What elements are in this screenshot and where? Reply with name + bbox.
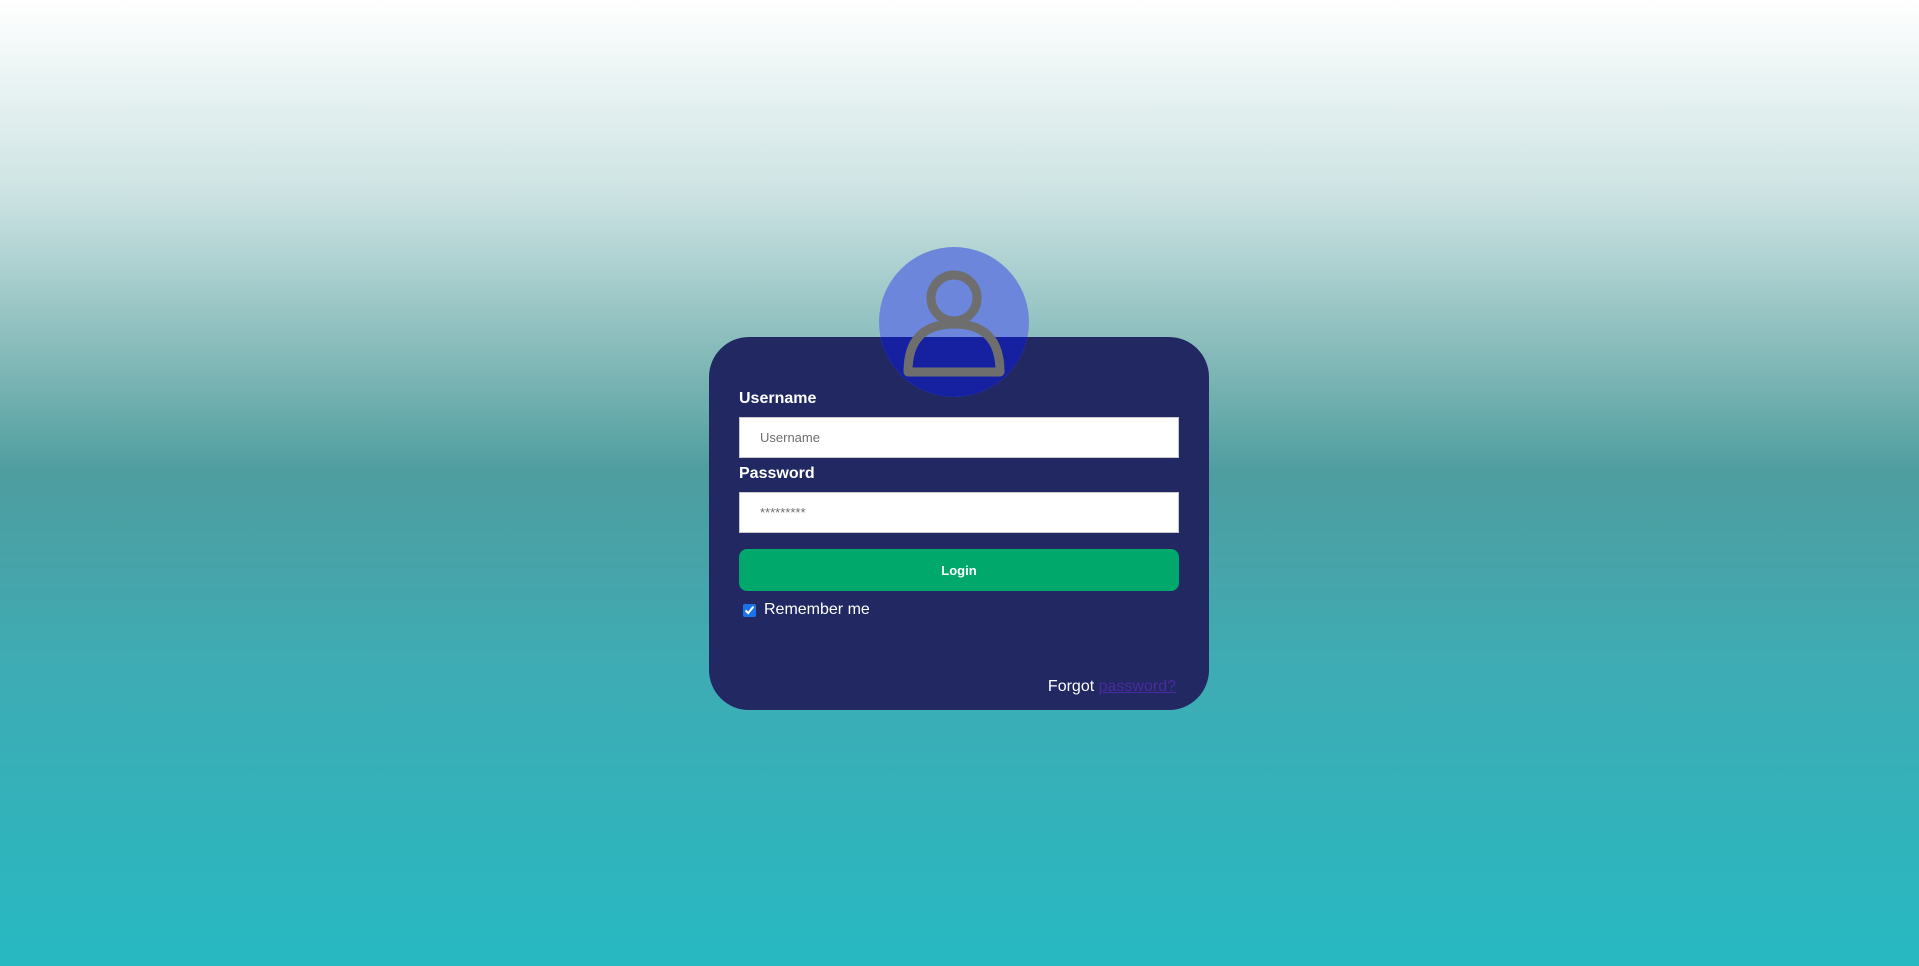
remember-me-row: Remember me bbox=[740, 599, 870, 621]
forgot-password-link[interactable]: password? bbox=[1099, 678, 1176, 695]
remember-me-checkbox[interactable] bbox=[743, 603, 756, 617]
username-label: Username bbox=[739, 390, 817, 407]
username-input[interactable] bbox=[739, 417, 1179, 458]
forgot-prefix: Forgot bbox=[1047, 678, 1095, 695]
password-input[interactable] bbox=[739, 492, 1179, 533]
forgot-password: Forgot password? bbox=[1048, 678, 1176, 696]
user-icon bbox=[903, 270, 1005, 377]
remember-me-label[interactable]: Remember me bbox=[764, 601, 870, 619]
password-label: Password bbox=[739, 465, 815, 482]
avatar bbox=[879, 247, 1029, 397]
login-button[interactable]: Login bbox=[739, 549, 1179, 591]
